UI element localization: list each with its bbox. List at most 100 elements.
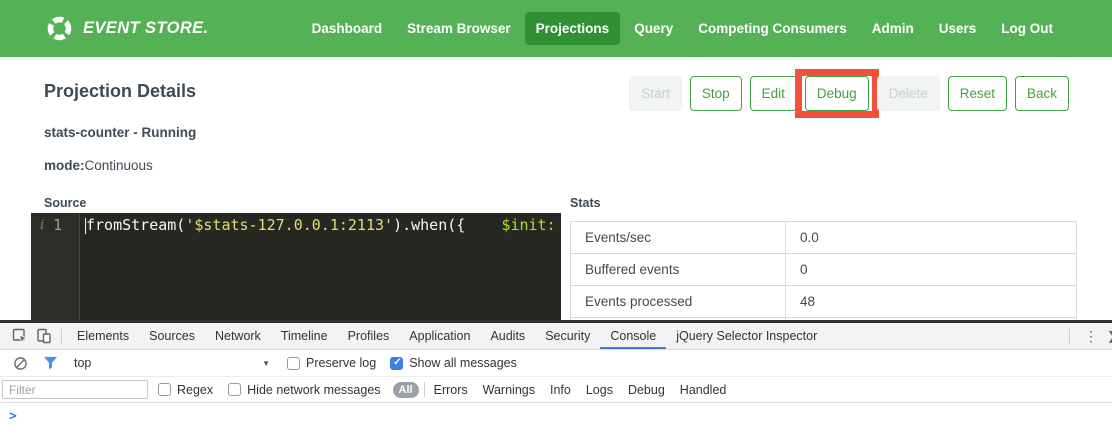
nav-item-log-out[interactable]: Log Out (990, 12, 1064, 45)
devtools-tab-jquery-selector-inspector[interactable]: jQuery Selector Inspector (666, 323, 827, 349)
regex-checkbox[interactable] (158, 383, 171, 396)
stop-button[interactable]: Stop (690, 76, 742, 111)
projection-status: stats-counter - Running (44, 125, 196, 140)
nav-item-dashboard[interactable]: Dashboard (301, 12, 394, 45)
level-filter-errors[interactable]: Errors (434, 383, 468, 397)
more-options-icon[interactable]: ⋮ (1075, 328, 1107, 345)
button-wrap-debug: Debug (805, 76, 869, 111)
filter-input[interactable] (2, 380, 148, 399)
level-filter-info[interactable]: Info (550, 383, 571, 397)
source-heading: Source (44, 196, 86, 210)
button-wrap-reset: Reset (948, 76, 1007, 111)
nav-item-competing-consumers[interactable]: Competing Consumers (687, 12, 858, 45)
show-all-messages-label: Show all messages (409, 356, 517, 370)
stats-row: Buffered events0 (571, 254, 1077, 286)
nav-item-projections[interactable]: Projections (525, 12, 621, 45)
stat-value: 0.0 (786, 222, 1077, 254)
devtools-right-controls: ⋮ ❯ (1064, 323, 1112, 349)
mode-value: Continuous (85, 158, 153, 173)
projection-mode: mode:Continuous (44, 158, 153, 173)
stat-label: Events processed (571, 286, 786, 318)
tabbar-separator (61, 329, 62, 344)
eventstore-ring-icon (46, 15, 73, 42)
reset-button[interactable]: Reset (948, 76, 1007, 111)
devtools-tab-sources[interactable]: Sources (139, 323, 205, 349)
console-filter-bar: Regex Hide network messages All Errors Wa… (0, 377, 1112, 403)
code-token (465, 216, 501, 234)
level-filters: Errors Warnings Info Logs Debug Handled (434, 383, 727, 397)
console-prompt[interactable]: > (0, 403, 1112, 438)
start-button[interactable]: Start (629, 76, 682, 111)
code-token (556, 216, 561, 234)
device-toolbar-icon[interactable] (32, 324, 56, 348)
inspect-element-icon[interactable] (8, 324, 32, 348)
preserve-log-checkbox[interactable] (287, 357, 300, 370)
show-all-messages-checkbox[interactable] (390, 357, 403, 370)
filter-icon[interactable] (38, 351, 62, 375)
right-separator (1069, 329, 1070, 344)
button-wrap-start: Start (629, 76, 682, 111)
nav-item-query[interactable]: Query (623, 12, 684, 45)
edit-button[interactable]: Edit (750, 76, 797, 111)
code-token: '$stats-127.0.0.1:2113' (185, 216, 393, 234)
regex-toggle[interactable]: Regex (158, 383, 213, 397)
button-wrap-edit: Edit (750, 76, 797, 111)
preserve-log-toggle[interactable]: Preserve log (287, 356, 376, 370)
code-token: $init: (501, 216, 555, 234)
devtools-tab-profiles[interactable]: Profiles (338, 323, 400, 349)
filter-separator (424, 382, 425, 397)
devtools-tab-application[interactable]: Application (399, 323, 480, 349)
devtools-tab-timeline[interactable]: Timeline (271, 323, 338, 349)
level-filter-logs[interactable]: Logs (586, 383, 613, 397)
debug-button[interactable]: Debug (805, 76, 869, 111)
stat-label: Buffered events (571, 254, 786, 286)
console-toolbar: top ▼ Preserve log Show all messages (0, 350, 1112, 377)
level-filter-debug[interactable]: Debug (628, 383, 665, 397)
delete-button[interactable]: Delete (877, 76, 940, 111)
devtools-tab-elements[interactable]: Elements (67, 323, 139, 349)
stat-value: 48 (786, 286, 1077, 318)
devtools-tab-console[interactable]: Console (600, 323, 666, 349)
clear-console-icon[interactable] (8, 351, 32, 375)
nav-item-users[interactable]: Users (928, 12, 988, 45)
devtools-tab-network[interactable]: Network (205, 323, 271, 349)
level-filter-warnings[interactable]: Warnings (483, 383, 535, 397)
show-all-messages-toggle[interactable]: Show all messages (390, 356, 517, 370)
stats-row: Events processed48 (571, 286, 1077, 318)
brand-text: EVENT STORE. (83, 19, 209, 38)
nav-item-admin[interactable]: Admin (861, 12, 925, 45)
filter-all-badge[interactable]: All (393, 382, 419, 398)
devtools-tabbar: ElementsSourcesNetworkTimelineProfilesAp… (0, 323, 1112, 350)
devtools-panel: ElementsSourcesNetworkTimelineProfilesAp… (0, 320, 1112, 440)
top-navbar: EVENT STORE. DashboardStream BrowserProj… (0, 0, 1112, 57)
projection-action-bar: StartStopEditDebugDeleteResetBack (629, 76, 1069, 111)
close-devtools-icon[interactable]: ❯ (1107, 329, 1112, 343)
regex-label: Regex (177, 383, 213, 397)
back-button[interactable]: Back (1015, 76, 1069, 111)
stats-heading: Stats (570, 196, 601, 210)
mode-label: mode: (44, 158, 85, 173)
nav-item-stream-browser[interactable]: Stream Browser (396, 12, 522, 45)
eventstore-logo[interactable]: EVENT STORE. (46, 15, 209, 42)
devtools-tab-audits[interactable]: Audits (480, 323, 535, 349)
prompt-chevron-icon: > (9, 409, 17, 438)
frame-context-select[interactable]: top ▼ (74, 356, 270, 370)
code-token: fromStream( (86, 216, 185, 234)
button-wrap-delete: Delete (877, 76, 940, 111)
button-wrap-stop: Stop (690, 76, 742, 111)
hide-network-label: Hide network messages (247, 383, 380, 397)
stats-row: Events/sec0.0 (571, 222, 1077, 254)
devtools-tab-security[interactable]: Security (535, 323, 600, 349)
page-title: Projection Details (44, 81, 196, 102)
code-token: ).when({ (393, 216, 465, 234)
devtools-tabs: ElementsSourcesNetworkTimelineProfilesAp… (67, 323, 827, 349)
dropdown-arrow-icon: ▼ (262, 359, 270, 368)
main-nav: DashboardStream BrowserProjectionsQueryC… (301, 12, 1064, 45)
preserve-log-label: Preserve log (306, 356, 376, 370)
hide-network-toggle[interactable]: Hide network messages (228, 383, 380, 397)
frame-context-value: top (74, 356, 91, 370)
level-filter-handled[interactable]: Handled (680, 383, 727, 397)
hide-network-checkbox[interactable] (228, 383, 241, 396)
button-wrap-back: Back (1015, 76, 1069, 111)
stat-label: Events/sec (571, 222, 786, 254)
